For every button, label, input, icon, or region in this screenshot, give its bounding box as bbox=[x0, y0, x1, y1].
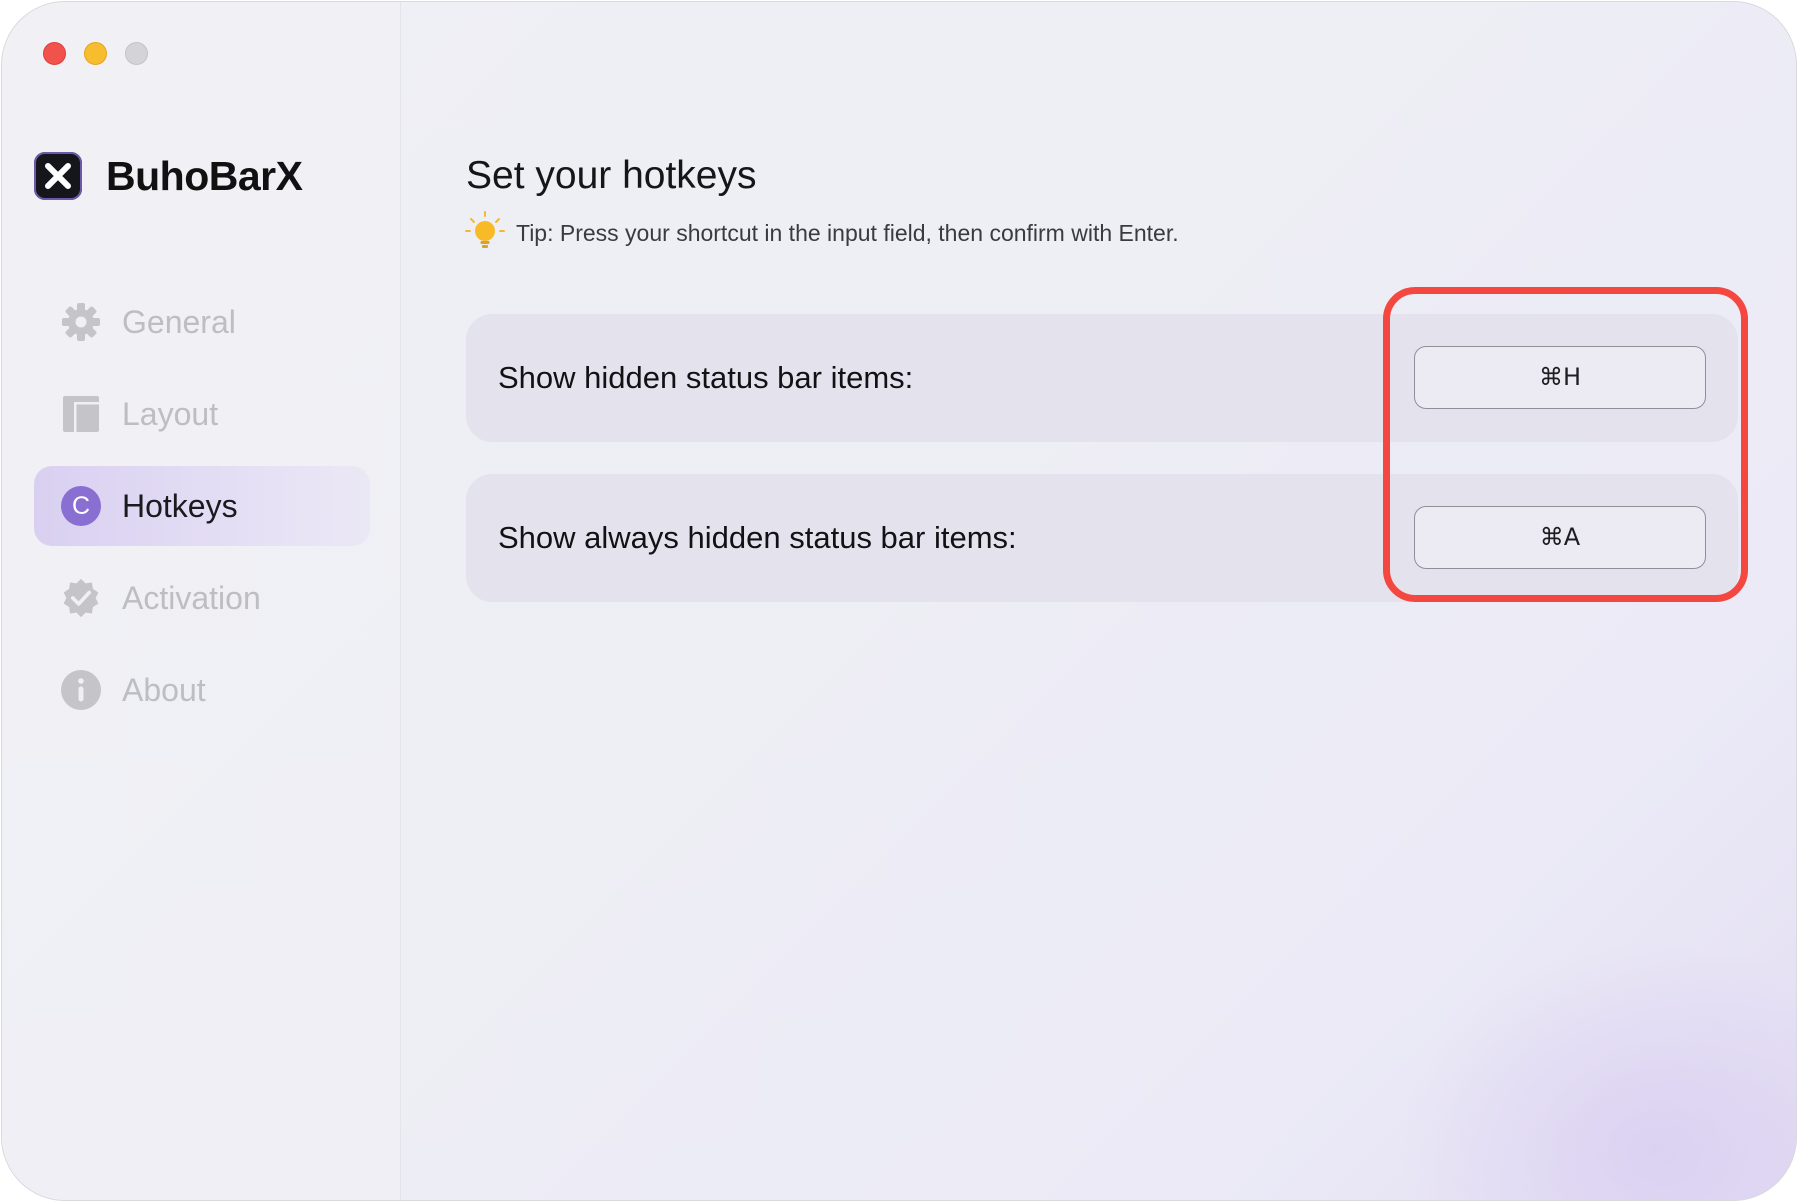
c-badge-icon: C bbox=[60, 485, 102, 527]
hotkey-row-label: Show always hidden status bar items: bbox=[498, 520, 1017, 555]
hidden-items-hotkey-input[interactable]: ⌘H bbox=[1414, 346, 1706, 409]
sidebar-item-label: About bbox=[122, 671, 206, 708]
verified-badge-icon bbox=[60, 577, 102, 619]
hotkey-row-label: Show hidden status bar items: bbox=[498, 360, 914, 395]
settings-window: BuhoBarX General Layout C Hotkeys Activa… bbox=[1, 1, 1797, 1201]
minimize-window-button[interactable] bbox=[84, 42, 107, 65]
lightbulb-icon bbox=[464, 210, 506, 257]
always-hidden-items-hotkey-input[interactable]: ⌘A bbox=[1414, 506, 1706, 569]
sidebar-item-layout[interactable]: Layout bbox=[34, 374, 370, 454]
sidebar: BuhoBarX General Layout C Hotkeys Activa… bbox=[2, 2, 401, 1200]
hotkeys-badge: C bbox=[61, 486, 101, 526]
sidebar-item-label: Layout bbox=[122, 395, 219, 432]
zoom-window-button[interactable] bbox=[125, 42, 148, 65]
hotkey-row: Show always hidden status bar items: ⌘A bbox=[466, 474, 1738, 602]
sidebar-item-label: General bbox=[122, 303, 236, 340]
app-name: BuhoBarX bbox=[106, 152, 303, 199]
gear-icon bbox=[60, 301, 102, 343]
close-window-button[interactable] bbox=[43, 42, 66, 65]
tip-text: Tip: Press your shortcut in the input fi… bbox=[516, 220, 1179, 246]
sidebar-item-label: Activation bbox=[122, 579, 261, 616]
info-icon bbox=[60, 669, 102, 711]
x-logo-icon bbox=[34, 152, 82, 200]
sidebar-item-activation[interactable]: Activation bbox=[34, 558, 370, 638]
page-title: Set your hotkeys bbox=[466, 154, 757, 197]
sidebar-item-hotkeys[interactable]: C Hotkeys bbox=[34, 466, 370, 546]
sidebar-item-general[interactable]: General bbox=[34, 282, 370, 362]
sidebar-item-about[interactable]: About bbox=[34, 650, 370, 730]
layout-icon bbox=[60, 393, 102, 435]
hotkey-row: Show hidden status bar items: ⌘H bbox=[466, 314, 1738, 442]
sidebar-item-label: Hotkeys bbox=[122, 487, 238, 524]
brand: BuhoBarX bbox=[34, 152, 303, 200]
tip: Tip: Press your shortcut in the input fi… bbox=[464, 210, 1179, 257]
